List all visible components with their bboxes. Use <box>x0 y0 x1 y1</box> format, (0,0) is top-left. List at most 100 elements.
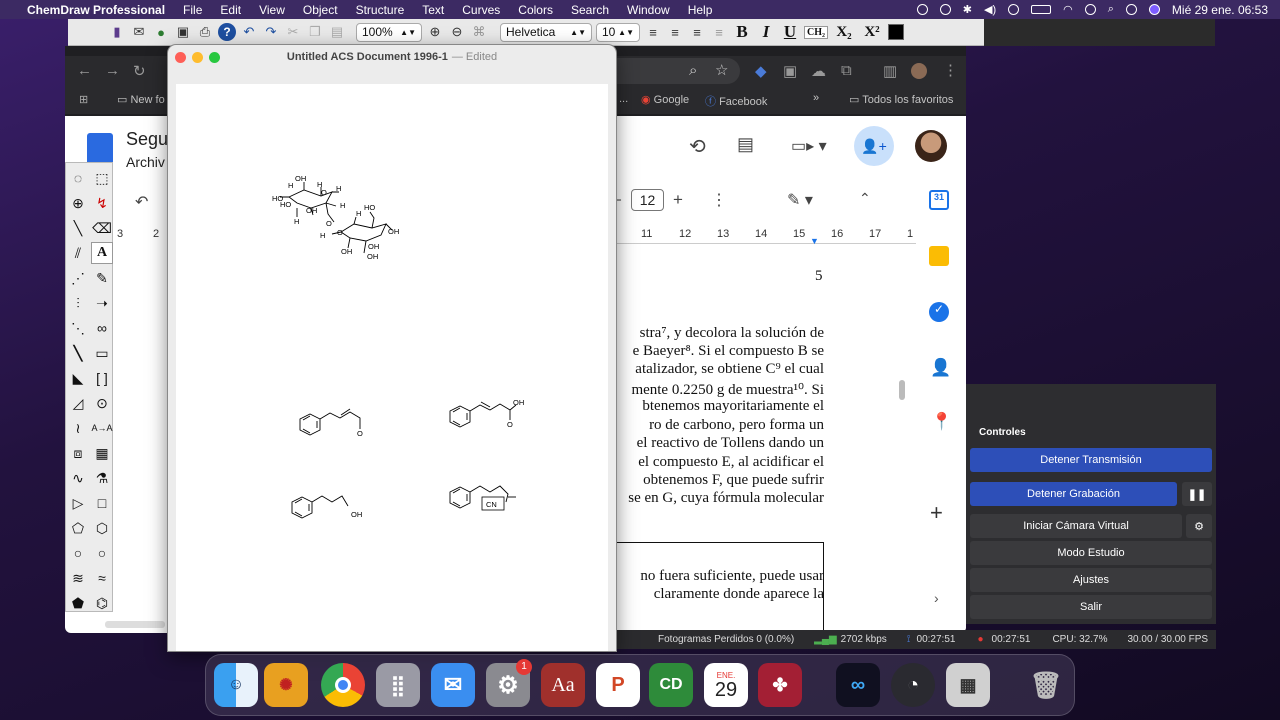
menu-structure[interactable]: Structure <box>347 3 414 17</box>
redo-icon[interactable]: ↷ <box>262 23 280 41</box>
hashed-wedge-icon[interactable]: ⋱ <box>67 317 89 339</box>
undo-icon[interactable]: ↶ <box>240 23 258 41</box>
collapse-toolbar-icon[interactable]: ⌃ <box>859 190 871 207</box>
chemdraw-icon[interactable]: ● <box>152 23 170 41</box>
maps-icon[interactable]: 📍 <box>931 412 952 432</box>
align-right-icon[interactable]: ≡ <box>688 23 706 41</box>
italic-button[interactable]: I <box>756 22 776 42</box>
share-button[interactable]: 👤+ <box>854 126 894 166</box>
apps-grid-icon[interactable]: ⊞ <box>79 93 88 106</box>
volume-icon[interactable]: ◀) <box>984 3 996 16</box>
doc-hscroll[interactable] <box>105 621 165 628</box>
cycloheptane-icon[interactable]: ○ <box>67 542 89 564</box>
contacts-icon[interactable]: 👤 <box>930 358 951 378</box>
pause-recording-button[interactable]: ❚❚ <box>1182 482 1212 506</box>
paste-icon[interactable]: ▤ <box>328 23 346 41</box>
record-status-icon[interactable] <box>1008 4 1020 15</box>
play-status-icon[interactable] <box>939 4 951 15</box>
wedge-bond-icon[interactable]: ◣ <box>67 367 89 389</box>
launchpad-icon[interactable]: ⣿ <box>376 663 420 707</box>
cyclohexane-icon[interactable]: ⬡ <box>91 517 113 539</box>
templates-icon[interactable]: ⚗ <box>91 467 113 489</box>
open-icon[interactable]: ✉ <box>130 23 148 41</box>
menu-search[interactable]: Search <box>562 3 618 17</box>
show-side-panel-icon[interactable]: › <box>934 590 939 606</box>
powerpoint-icon[interactable]: P <box>596 663 640 707</box>
table-tool-icon[interactable]: ▦ <box>91 442 113 464</box>
control-center-icon[interactable] <box>1125 4 1137 15</box>
atom-map-icon[interactable]: A→A <box>91 417 113 439</box>
keep-icon[interactable] <box>929 246 949 266</box>
justify-icon[interactable]: ≡ <box>710 23 728 41</box>
wifi-icon[interactable]: ◠ <box>1063 3 1073 16</box>
menu-help[interactable]: Help <box>679 3 722 17</box>
chemical-symbols-icon[interactable]: ⊙ <box>91 392 113 414</box>
hollow-wedge-icon[interactable]: ◿ <box>67 392 89 414</box>
menu-file[interactable]: File <box>174 3 211 17</box>
mail-icon[interactable]: ✉ <box>431 663 475 707</box>
studio-mode-button[interactable]: Modo Estudio <box>970 541 1212 565</box>
cut-icon[interactable]: ✂ <box>284 23 302 41</box>
help-icon[interactable]: ? <box>218 23 236 41</box>
clean-structure-icon[interactable]: ⌘ <box>470 23 488 41</box>
mendeley-icon[interactable]: ✤ <box>758 663 802 707</box>
menu-window[interactable]: Window <box>618 3 679 17</box>
menu-object[interactable]: Object <box>294 3 347 17</box>
bookmark-star-icon[interactable]: ☆ <box>715 61 728 79</box>
superscript-button[interactable]: X² <box>860 24 884 41</box>
bold-bond-icon[interactable]: ╲ <box>67 342 89 364</box>
text-tool-icon[interactable]: A <box>91 242 113 264</box>
align-left-icon[interactable]: ≡ <box>644 23 662 41</box>
comments-icon[interactable]: ▤ <box>737 134 754 155</box>
exit-button[interactable]: Salir <box>970 595 1212 619</box>
bookmark-ellipsis[interactable]: ... <box>619 93 628 105</box>
battery-icon[interactable] <box>1031 5 1052 14</box>
undo-icon[interactable]: ↶ <box>135 192 148 212</box>
doc-menu-archivo[interactable]: Archiv <box>126 154 165 170</box>
doc-scrollbar[interactable] <box>899 380 905 400</box>
settings-button[interactable]: Ajustes <box>970 568 1212 592</box>
obs-status-icon[interactable] <box>916 4 928 15</box>
drawing-canvas[interactable]: H OH HO HO H O H H OH H O H HO H O OH OH… <box>176 84 608 651</box>
user-switch-icon[interactable] <box>1084 4 1096 15</box>
copy-icon[interactable]: ❐ <box>306 23 324 41</box>
structure-perspective-icon[interactable]: ⊕ <box>67 192 89 214</box>
query-tool-icon[interactable]: ⧈ <box>67 442 89 464</box>
new-doc-icon[interactable]: ▮ <box>108 23 126 41</box>
bookmark-folder-newfo[interactable]: ▭ New fo <box>117 93 165 106</box>
back-icon[interactable]: ← <box>77 62 92 79</box>
webex-icon[interactable]: ∞ <box>836 663 880 707</box>
pen-tool-icon[interactable]: ✎ <box>91 267 113 289</box>
doc-title[interactable]: Segu <box>126 129 168 150</box>
spotlight-icon[interactable]: ⌕ <box>1108 3 1114 16</box>
menu-edit[interactable]: Edit <box>211 3 250 17</box>
orbital-tool-icon[interactable]: ∞ <box>91 317 113 339</box>
arrow-tool-icon[interactable]: ➝ <box>91 292 113 314</box>
hashed-bond-icon[interactable]: ⫶ <box>67 292 89 314</box>
chrome-icon[interactable] <box>321 663 365 707</box>
calendar-icon[interactable]: 31 <box>929 190 949 210</box>
more-options-icon[interactable]: ⋮ <box>711 190 727 210</box>
cyclopentadiene-icon[interactable]: ⬟ <box>67 592 89 614</box>
underline-button[interactable]: U <box>780 22 800 42</box>
subscript-button[interactable]: X₂ <box>832 24 856 41</box>
color-swatch[interactable] <box>888 24 904 40</box>
bold-button[interactable]: B <box>732 22 752 42</box>
calendar-dock-icon[interactable]: ENE. 29 <box>704 663 748 707</box>
dictionary-icon[interactable]: Aa <box>541 663 585 707</box>
zoom-select[interactable]: 100% ▲▼ <box>356 22 422 42</box>
finder-icon[interactable]: ☺ <box>214 663 258 707</box>
bookmark-all-favorites[interactable]: ▭ Todos los favoritos <box>849 93 953 106</box>
single-bond-icon[interactable]: ╲ <box>67 217 89 239</box>
menubar-datetime[interactable]: Mié 29 ene. 06:53 <box>1172 3 1268 17</box>
font-select[interactable]: Helvetica ▲▼ <box>500 22 592 42</box>
marquee-tool-icon[interactable]: ⬚ <box>91 167 113 189</box>
cyclopentane-icon[interactable]: ⬠ <box>67 517 89 539</box>
reading-list-icon[interactable]: ▥ <box>883 62 897 80</box>
virtual-camera-settings-button[interactable]: ⚙ <box>1186 514 1212 538</box>
eraser-icon[interactable]: ⌫ <box>91 217 113 239</box>
menu-colors[interactable]: Colors <box>509 3 562 17</box>
stop-recording-button[interactable]: Detener Grabación <box>970 482 1177 506</box>
benzene-icon[interactable]: ⌬ <box>91 592 113 614</box>
triangle-icon[interactable]: ▷ <box>67 492 89 514</box>
